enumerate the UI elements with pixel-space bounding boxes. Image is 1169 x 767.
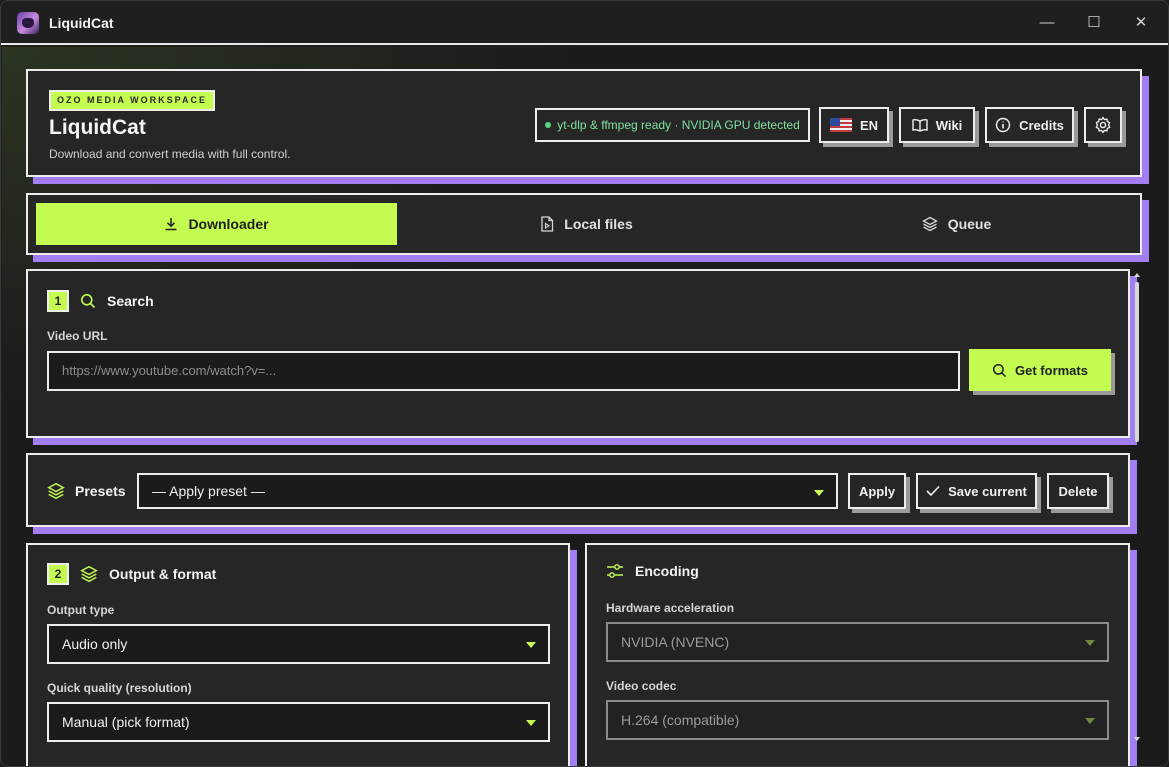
tab-local-files[interactable]: Local files bbox=[406, 203, 767, 245]
tab-label: Queue bbox=[947, 216, 992, 232]
chevron-down-icon bbox=[1085, 640, 1095, 646]
status-badge: yt-dlp & ffmpeg ready · NVIDIA GPU detec… bbox=[535, 108, 810, 142]
gear-icon bbox=[1095, 116, 1111, 134]
apply-preset-button[interactable]: Apply bbox=[848, 473, 906, 509]
status-dot-icon bbox=[545, 122, 552, 128]
video-codec-select[interactable]: H.264 (compatible) bbox=[606, 700, 1109, 740]
credits-label: Credits bbox=[1019, 117, 1064, 133]
chevron-down-icon bbox=[526, 720, 536, 726]
workspace-badge: OZO MEDIA WORKSPACE bbox=[49, 90, 215, 111]
download-icon bbox=[165, 218, 177, 231]
maximize-button[interactable]: ☐ bbox=[1082, 11, 1106, 35]
scrollbar-thumb[interactable] bbox=[1135, 282, 1139, 442]
minimize-button[interactable]: — bbox=[1035, 11, 1059, 35]
chevron-down-icon bbox=[1085, 718, 1095, 724]
presets-section-header: Presets bbox=[47, 482, 126, 500]
credits-button[interactable]: Credits bbox=[985, 107, 1074, 143]
save-current-button[interactable]: Save current bbox=[916, 473, 1037, 509]
hardware-acceleration-select[interactable]: NVIDIA (NVENC) bbox=[606, 622, 1109, 662]
layers-icon bbox=[921, 216, 938, 232]
scroll-down-icon[interactable] bbox=[1133, 736, 1141, 742]
encoding-section-header: Encoding bbox=[606, 563, 699, 579]
get-formats-button[interactable]: Get formats bbox=[969, 349, 1111, 391]
us-flag-icon bbox=[829, 118, 852, 132]
page-title: LiquidCat bbox=[49, 116, 146, 139]
app-window: LiquidCat — ☐ ✕ OZO MEDIA WORKSPACE Liqu… bbox=[0, 0, 1169, 767]
hardware-acceleration-value: NVIDIA (NVENC) bbox=[621, 634, 730, 650]
book-icon bbox=[911, 118, 928, 132]
output-type-select[interactable]: Audio only bbox=[47, 624, 550, 664]
window-title: LiquidCat bbox=[49, 15, 114, 31]
title-bar: LiquidCat — ☐ ✕ bbox=[1, 1, 1168, 45]
search-icon bbox=[992, 363, 1007, 377]
section-title: Output & format bbox=[109, 566, 217, 582]
quick-quality-label: Quick quality (resolution) bbox=[47, 681, 192, 695]
search-card: 1 Search Video URL https://www.youtube.c… bbox=[26, 269, 1130, 438]
quick-quality-select[interactable]: Manual (pick format) bbox=[47, 702, 550, 742]
get-formats-label: Get formats bbox=[1015, 362, 1088, 378]
output-format-card: 2 Output & format Output type Audio only… bbox=[26, 543, 570, 766]
tab-label: Local files bbox=[564, 216, 633, 232]
tabs-card: Downloader Local files Queue bbox=[26, 193, 1142, 255]
file-video-icon bbox=[541, 216, 554, 232]
delete-label: Delete bbox=[1058, 483, 1098, 499]
tab-queue[interactable]: Queue bbox=[776, 203, 1137, 245]
header-card: OZO MEDIA WORKSPACE LiquidCat Download a… bbox=[26, 69, 1142, 177]
page-subtitle: Download and convert media with full con… bbox=[49, 147, 291, 161]
apply-label: Apply bbox=[858, 483, 896, 499]
info-icon bbox=[995, 117, 1011, 133]
tab-downloader[interactable]: Downloader bbox=[36, 203, 397, 245]
layers-icon bbox=[80, 565, 98, 583]
chevron-down-icon bbox=[814, 490, 824, 496]
presets-card: Presets — Apply preset — Apply Save curr… bbox=[26, 453, 1130, 527]
save-current-label: Save current bbox=[948, 483, 1027, 499]
step-number: 2 bbox=[47, 563, 69, 585]
settings-button[interactable] bbox=[1084, 107, 1122, 143]
app-logo-icon bbox=[17, 12, 39, 34]
video-url-input[interactable]: https://www.youtube.com/watch?v=... bbox=[47, 351, 960, 391]
output-type-value: Audio only bbox=[62, 636, 128, 652]
wiki-button[interactable]: Wiki bbox=[899, 107, 975, 143]
search-icon bbox=[81, 294, 96, 309]
output-type-label: Output type bbox=[47, 603, 115, 617]
video-url-label: Video URL bbox=[47, 329, 108, 343]
tab-label: Downloader bbox=[188, 216, 269, 232]
hardware-acceleration-label: Hardware acceleration bbox=[606, 601, 735, 615]
scroll-up-icon[interactable] bbox=[1133, 272, 1141, 278]
language-label: EN bbox=[859, 117, 879, 133]
video-codec-value: H.264 (compatible) bbox=[621, 712, 740, 728]
close-button[interactable]: ✕ bbox=[1129, 11, 1153, 35]
search-section-header: 1 Search bbox=[47, 290, 154, 312]
video-codec-label: Video codec bbox=[606, 679, 677, 693]
wiki-label: Wiki bbox=[935, 117, 963, 133]
output-section-header: 2 Output & format bbox=[47, 563, 216, 585]
status-text: yt-dlp & ffmpeg ready · NVIDIA GPU detec… bbox=[557, 118, 800, 132]
section-title: Encoding bbox=[635, 563, 699, 579]
sliders-icon bbox=[607, 564, 623, 578]
preset-select[interactable]: — Apply preset — bbox=[137, 473, 838, 509]
main-content: OZO MEDIA WORKSPACE LiquidCat Download a… bbox=[2, 47, 1168, 766]
language-button[interactable]: EN bbox=[819, 107, 889, 143]
quick-quality-value: Manual (pick format) bbox=[62, 714, 190, 730]
preset-select-value: — Apply preset — bbox=[152, 483, 265, 499]
scrollbar[interactable] bbox=[1133, 272, 1141, 742]
check-icon bbox=[926, 485, 940, 497]
chevron-down-icon bbox=[526, 642, 536, 648]
section-title: Search bbox=[107, 293, 154, 309]
encoding-card: Encoding Hardware acceleration NVIDIA (N… bbox=[585, 543, 1130, 766]
step-number: 1 bbox=[47, 290, 69, 312]
section-title: Presets bbox=[75, 483, 126, 499]
layers-icon bbox=[47, 482, 65, 500]
delete-preset-button[interactable]: Delete bbox=[1047, 473, 1109, 509]
